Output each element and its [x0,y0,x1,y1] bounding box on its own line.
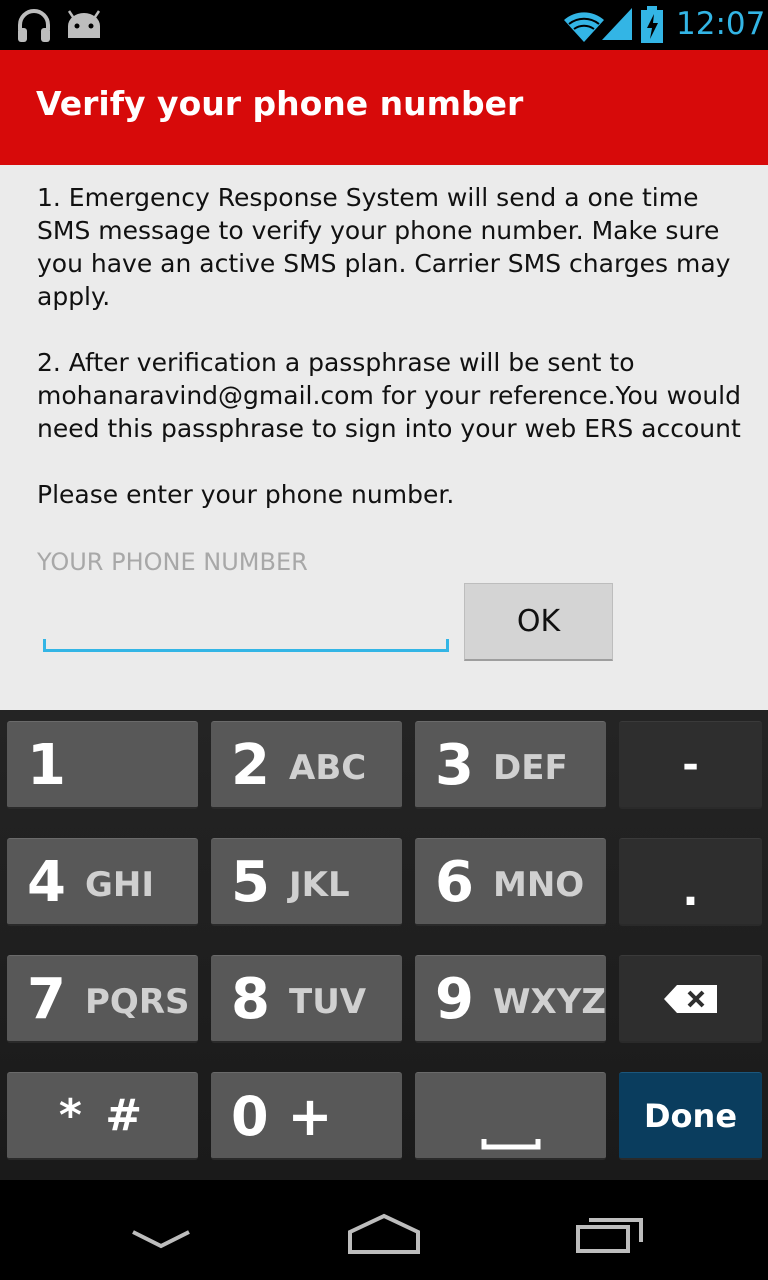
key-letters: MNO [493,865,585,905]
instruction-passphrase: 2. After verification a passphrase will … [37,348,741,443]
backspace-icon [619,956,762,1041]
key-digit: 4 [27,850,66,915]
numeric-keyboard: 1 2 ABC 3 DEF - 4 GHI 5 JKL 6 MNO . 7 PQ… [0,710,768,1180]
key-dot[interactable]: . [619,838,762,926]
phone-input-underline [43,649,449,652]
key-letters: DEF [493,748,568,788]
key-dash-label: - [682,741,699,788]
key-digit: 1 [27,733,66,798]
key-letters: PQRS [85,982,190,1022]
key-0[interactable]: 0 + [211,1072,402,1160]
key-digit: 9 [435,967,474,1032]
key-letters: TUV [289,982,367,1022]
key-dot-label: . [682,865,699,916]
page-title: Verify your phone number [36,84,524,123]
key-space[interactable] [415,1072,606,1160]
key-letters: GHI [85,865,155,905]
key-8[interactable]: 8 TUV [211,955,402,1043]
key-digit: 2 [231,733,270,798]
space-icon [415,1073,606,1158]
key-star-hash-label: * # [58,1090,147,1141]
battery-charging-icon [641,6,663,43]
key-done[interactable]: Done [619,1072,762,1160]
instruction-sms: 1. Emergency Response System will send a… [37,183,731,311]
android-icon [67,10,101,38]
key-2[interactable]: 2 ABC [211,721,402,809]
phone-input-tick-left [43,639,46,651]
key-1[interactable]: 1 [7,721,198,809]
key-6[interactable]: 6 MNO [415,838,606,926]
key-digit: 7 [27,967,66,1032]
back-icon[interactable] [130,1228,192,1250]
key-digit: 3 [435,733,474,798]
key-3[interactable]: 3 DEF [415,721,606,809]
app-header: Verify your phone number [0,50,768,165]
key-7[interactable]: 7 PQRS [7,955,198,1043]
signal-icon [602,8,632,40]
enter-phone-prompt: Please enter your phone number. [37,480,455,509]
key-star-hash[interactable]: * # [7,1072,198,1160]
key-letters: ABC [289,748,367,788]
key-done-label: Done [643,1096,738,1135]
key-5[interactable]: 5 JKL [211,838,402,926]
headphones-icon [18,9,50,42]
status-bar: 12:07 [0,0,768,50]
home-icon[interactable] [346,1212,422,1256]
navigation-bar [0,1180,768,1280]
key-backspace[interactable] [619,955,762,1043]
key-9[interactable]: 9 WXYZ [415,955,606,1043]
key-letters: JKL [289,865,350,905]
key-zero-plus-label: 0 + [231,1085,333,1148]
key-4[interactable]: 4 GHI [7,838,198,926]
phone-number-input[interactable] [42,595,449,653]
phone-field-label: YOUR PHONE NUMBER [37,548,308,576]
status-time: 12:07 [676,6,766,42]
key-digit: 8 [231,967,270,1032]
key-digit: 5 [231,850,270,915]
ok-button[interactable]: OK [464,583,613,661]
phone-input-tick-right [446,639,449,651]
key-digit: 6 [435,850,474,915]
recent-apps-icon[interactable] [575,1214,645,1254]
key-dash[interactable]: - [619,721,762,809]
key-letters: WXYZ [493,982,606,1022]
content-area: 1. Emergency Response System will send a… [0,165,768,710]
